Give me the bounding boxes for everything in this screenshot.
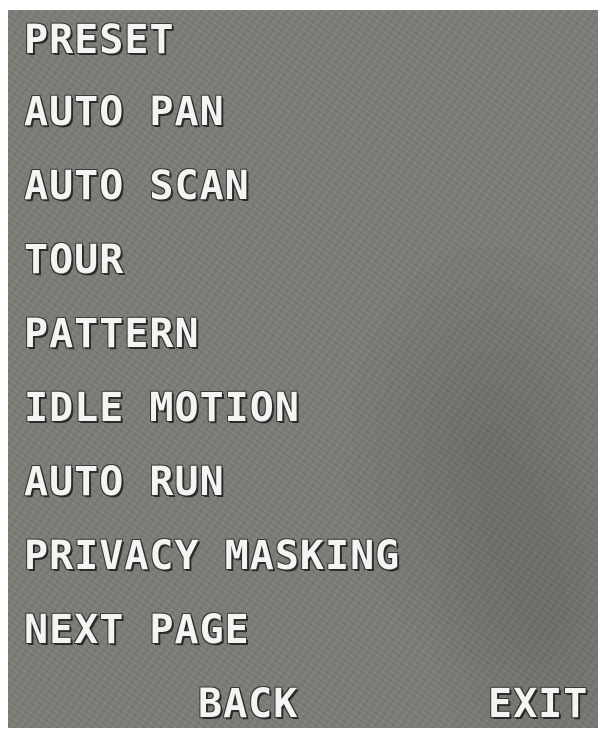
menu-item-tour[interactable]: TOUR — [24, 238, 124, 282]
menu-item-idle-motion[interactable]: IDLE MOTION — [24, 386, 300, 430]
osd-menu-screen: PRESET AUTO PAN AUTO SCAN TOUR PATTERN I… — [8, 10, 598, 728]
menu-item-auto-scan[interactable]: AUTO SCAN — [24, 164, 250, 208]
exit-button[interactable]: EXIT — [488, 682, 588, 726]
menu-item-preset[interactable]: PRESET — [24, 18, 175, 62]
menu-item-next-page[interactable]: NEXT PAGE — [24, 608, 250, 652]
menu-item-privacy-masking[interactable]: PRIVACY MASKING — [24, 534, 400, 578]
menu-item-auto-pan[interactable]: AUTO PAN — [24, 90, 225, 134]
menu-item-pattern[interactable]: PATTERN — [24, 312, 200, 356]
back-button[interactable]: BACK — [198, 682, 298, 726]
menu-item-auto-run[interactable]: AUTO RUN — [24, 460, 225, 504]
